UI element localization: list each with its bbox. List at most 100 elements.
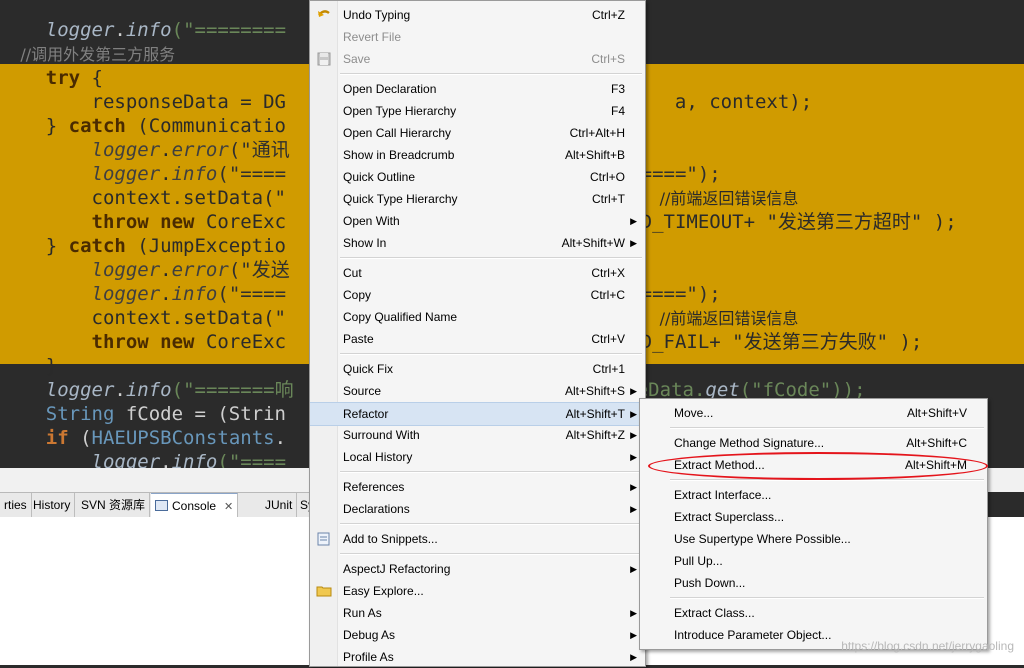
menu-item-run-as[interactable]: Run As ▶ (310, 602, 645, 624)
menu-item-copy-qualified-name[interactable]: Copy Qualified Name (310, 306, 645, 328)
menu-item-source[interactable]: Source Alt+Shift+S ▶ (310, 380, 645, 402)
menu-item-use-supertype-where-possible[interactable]: Use Supertype Where Possible... (640, 528, 987, 550)
menu-item-label: References (343, 480, 405, 494)
tab-label: Console (172, 499, 217, 513)
close-icon[interactable]: ✕ (224, 501, 233, 513)
tab-history[interactable]: History (29, 493, 76, 517)
menu-item-label: Move... (674, 406, 714, 420)
menu-item-label: Open With (343, 214, 400, 228)
menu-item-label: Push Down... (674, 576, 746, 590)
menu-item-show-in-breadcrumb[interactable]: Show in Breadcrumb Alt+Shift+B (310, 144, 645, 166)
menu-item-show-in[interactable]: Show In Alt+Shift+W ▶ (310, 232, 645, 254)
menu-item-label: Use Supertype Where Possible... (674, 532, 851, 546)
menu-item-open-type-hierarchy[interactable]: Open Type Hierarchy F4 (310, 100, 645, 122)
code-line: try { (0, 66, 103, 90)
menu-item-label: Copy (343, 288, 372, 302)
menu-item-surround-with[interactable]: Surround With Alt+Shift+Z ▶ (310, 424, 645, 446)
tab-label: SVN 资源库 (81, 498, 146, 512)
tab-console[interactable]: Console ✕ (151, 493, 239, 518)
menu-item-change-method-signature[interactable]: Change Method Signature... Alt+Shift+C (640, 432, 987, 454)
menu-item-declarations[interactable]: Declarations ▶ (310, 498, 645, 520)
code-token: throw (91, 331, 149, 353)
menu-item-open-declaration[interactable]: Open Declaration F3 (310, 78, 645, 100)
code-line: logger.info("======== (0, 18, 286, 42)
menu-item-references[interactable]: References ▶ (310, 476, 645, 498)
menu-item-shortcut: Ctrl+X (591, 266, 625, 280)
menu-item-open-call-hierarchy[interactable]: Open Call Hierarchy Ctrl+Alt+H (310, 122, 645, 144)
menu-item-shortcut: Ctrl+S (591, 52, 625, 66)
menu-item-move[interactable]: Move... Alt+Shift+V (640, 402, 987, 424)
code-token: . (160, 283, 172, 305)
code-token: logger (45, 379, 115, 401)
code-token: HAEUPSBConstants (91, 427, 275, 449)
code-line: } catch (JumpExceptio (0, 234, 286, 258)
menu-item-extract-interface[interactable]: Extract Interface... (640, 484, 987, 506)
code-line: logger.info("==== (0, 450, 287, 468)
menu-separator (340, 471, 642, 473)
menu-item-label: Extract Interface... (674, 488, 772, 502)
menu-item-label: Show in Breadcrumb (343, 148, 455, 162)
code-token: String (45, 403, 115, 425)
menu-item-quick-fix[interactable]: Quick Fix Ctrl+1 (310, 358, 645, 380)
code-token: CoreExc (194, 331, 287, 353)
menu-item-shortcut: F3 (610, 82, 625, 96)
menu-item-copy[interactable]: Copy Ctrl+C (310, 284, 645, 306)
tab-junit[interactable]: JUnit (261, 493, 298, 517)
menu-item-label: Show In (343, 236, 387, 250)
code-token: ( (68, 427, 92, 449)
menu-item-label: Refactor (343, 407, 389, 421)
code-token: if (45, 427, 69, 449)
menu-item-paste[interactable]: Paste Ctrl+V (310, 328, 645, 350)
menu-item-add-to-snippets[interactable]: Add to Snippets... (310, 528, 645, 550)
code-token: (JumpExceptio (125, 235, 286, 257)
code-token: (Communicatio (125, 115, 286, 137)
code-token: try (45, 67, 81, 89)
menu-item-aspectj-refactoring[interactable]: AspectJ Refactoring ▶ (310, 558, 645, 580)
code-token: logger (91, 451, 161, 468)
menu-item-open-with[interactable]: Open With ▶ (310, 210, 645, 232)
code-token: . (160, 259, 172, 281)
menu-item-label: Debug As (343, 628, 396, 642)
menu-item-label: Pull Up... (674, 554, 723, 568)
menu-item-revert-file: Revert File (310, 26, 645, 48)
menu-item-extract-superclass[interactable]: Extract Superclass... (640, 506, 987, 528)
menu-item-label: Quick Outline (343, 170, 416, 184)
menu-item-refactor[interactable]: Refactor Alt+Shift+T ▶ (310, 402, 645, 426)
save-icon (316, 51, 332, 67)
code-token: info (171, 283, 218, 305)
menu-item-label: Easy Explore... (343, 584, 424, 598)
code-token: ("==== (217, 283, 287, 305)
watermark: https://blog.csdn.net/jerrygaoling (841, 639, 1014, 653)
menu-item-push-down[interactable]: Push Down... (640, 572, 987, 594)
menu-item-pull-up[interactable]: Pull Up... (640, 550, 987, 572)
submenu-arrow-icon: ▶ (630, 386, 637, 396)
code-token: . (114, 19, 126, 41)
code-token: responseData = DG (0, 91, 286, 113)
menu-item-label: Introduce Parameter Object... (674, 628, 832, 642)
menu-item-label: Source (343, 384, 382, 398)
code-token: ("==== (217, 451, 287, 468)
tab-rties[interactable]: rties (0, 493, 32, 517)
menu-item-quick-outline[interactable]: Quick Outline Ctrl+O (310, 166, 645, 188)
menu-item-label: Quick Fix (343, 362, 394, 376)
menu-item-label: Change Method Signature... (674, 436, 825, 450)
menu-item-quick-type-hierarchy[interactable]: Quick Type Hierarchy Ctrl+T (310, 188, 645, 210)
menu-item-extract-class[interactable]: Extract Class... (640, 602, 987, 624)
menu-item-easy-explore[interactable]: Easy Explore... (310, 580, 645, 602)
code-line: logger.error("通讯 (0, 138, 290, 162)
menu-item-undo-typing[interactable]: Undo Typing Ctrl+Z (310, 4, 645, 26)
menu-item-local-history[interactable]: Local History ▶ (310, 446, 645, 468)
tab-svn[interactable]: SVN 资源库 (77, 493, 151, 517)
menu-item-label: Surround With (343, 428, 420, 442)
menu-item-label: Copy Qualified Name (343, 310, 458, 324)
menu-item-shortcut: Alt+Shift+C (906, 436, 967, 450)
menu-item-debug-as[interactable]: Debug As ▶ (310, 624, 645, 646)
menu-item-label: Add to Snippets... (343, 532, 438, 546)
code-token: logger (91, 163, 161, 185)
menu-item-cut[interactable]: Cut Ctrl+X (310, 262, 645, 284)
code-token: { (80, 67, 103, 89)
